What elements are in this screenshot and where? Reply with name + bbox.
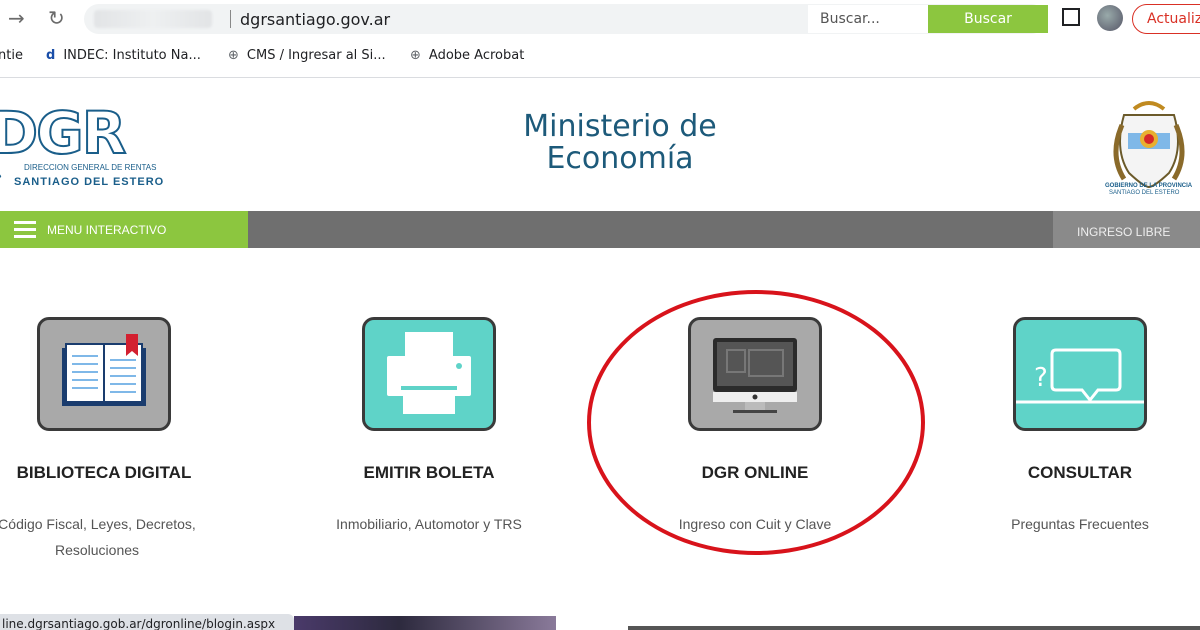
avatar[interactable] [1097,5,1123,31]
printer-icon[interactable] [362,317,496,431]
forward-icon[interactable]: → [8,6,25,30]
url-text[interactable]: dgrsantiago.gov.ar [240,10,390,29]
menu-label: MENU INTERACTIVO [47,223,167,237]
globe-icon: ⊕ [228,48,239,63]
card-emitir-boleta[interactable]: EMITIR BOLETA Inmobiliario, Automotor y … [289,317,569,537]
logo-location: SANTIAGO DEL ESTERO [14,176,165,188]
address-divider [230,10,231,28]
bookmark-item-adobe[interactable]: ⊕ Adobe Acrobat [410,48,524,63]
search-input[interactable] [808,5,928,33]
book-icon[interactable] [37,317,171,431]
chevron-icon: » [0,167,2,183]
hamburger-icon [14,221,36,239]
interactive-menu-button[interactable]: MENU INTERACTIVO [0,211,248,248]
ministry-title-line2: Economía [546,141,694,176]
coat-caption-location: SANTIAGO DEL ESTERO [1109,190,1180,196]
coat-caption: GOBIERNO DE LA PROVINCIA [1105,183,1193,189]
ministry-title: Ministerio de Economía [480,111,760,175]
card-title[interactable]: BIBLIOTECA DIGITAL [0,463,244,483]
chat-icon[interactable]: ? [1013,317,1147,431]
globe-icon: ⊕ [410,48,421,63]
section-divider [628,626,1200,630]
dgr-logo[interactable]: DGR » DIRECCION GENERAL DE RENTAS SANTIA… [0,99,163,188]
indec-icon: d [46,48,56,63]
card-title[interactable]: CONSULTAR [940,463,1200,483]
search-button[interactable]: Buscar [928,5,1048,33]
card-biblioteca-digital[interactable]: BIBLIOTECA DIGITAL Código Fiscal, Leyes,… [0,317,244,563]
bookmarks-bar: ntie d INDEC: Instituto Na... ⊕ CMS / Ingr… [0,38,1200,78]
card-subtitle: Preguntas Frecuentes [1011,516,1149,532]
update-button[interactable]: Actualiza [1132,4,1200,34]
site-header: DGR » DIRECCION GENERAL DE RENTAS SANTIA… [0,79,1200,211]
reload-icon[interactable]: ↻ [48,6,65,30]
bookmark-item[interactable]: ntie [0,48,23,63]
site-menubar: MENU INTERACTIVO [0,211,1200,248]
dgr-logo-letters: DGR [0,99,127,167]
bookmark-item-indec[interactable]: d INDEC: Instituto Na... [46,48,201,63]
highlight-circle [587,290,925,555]
card-subtitle: Código Fiscal, Leyes, Decretos, Resoluci… [0,516,196,558]
logo-subtitle: DIRECCION GENERAL DE RENTAS [24,163,157,172]
sidepanel-icon[interactable] [1062,8,1080,26]
card-subtitle: Inmobiliario, Automotor y TRS [336,516,522,532]
bookmark-item-cms[interactable]: ⊕ CMS / Ingresar al Si... [228,48,386,63]
card-consultar[interactable]: ? CONSULTAR Preguntas Frecuentes [940,317,1200,537]
browser-status-bar: line.dgrsantiago.gob.ar/dgronline/blogin… [0,614,294,630]
blurred-url-prefix [94,10,212,28]
card-title[interactable]: EMITIR BOLETA [289,463,569,483]
ministry-title-line1: Ministerio de [523,109,717,144]
ingreso-libre-link[interactable]: INGRESO LIBRE [1053,211,1200,248]
banner-image [294,616,556,630]
svg-text:?: ? [1034,363,1048,393]
